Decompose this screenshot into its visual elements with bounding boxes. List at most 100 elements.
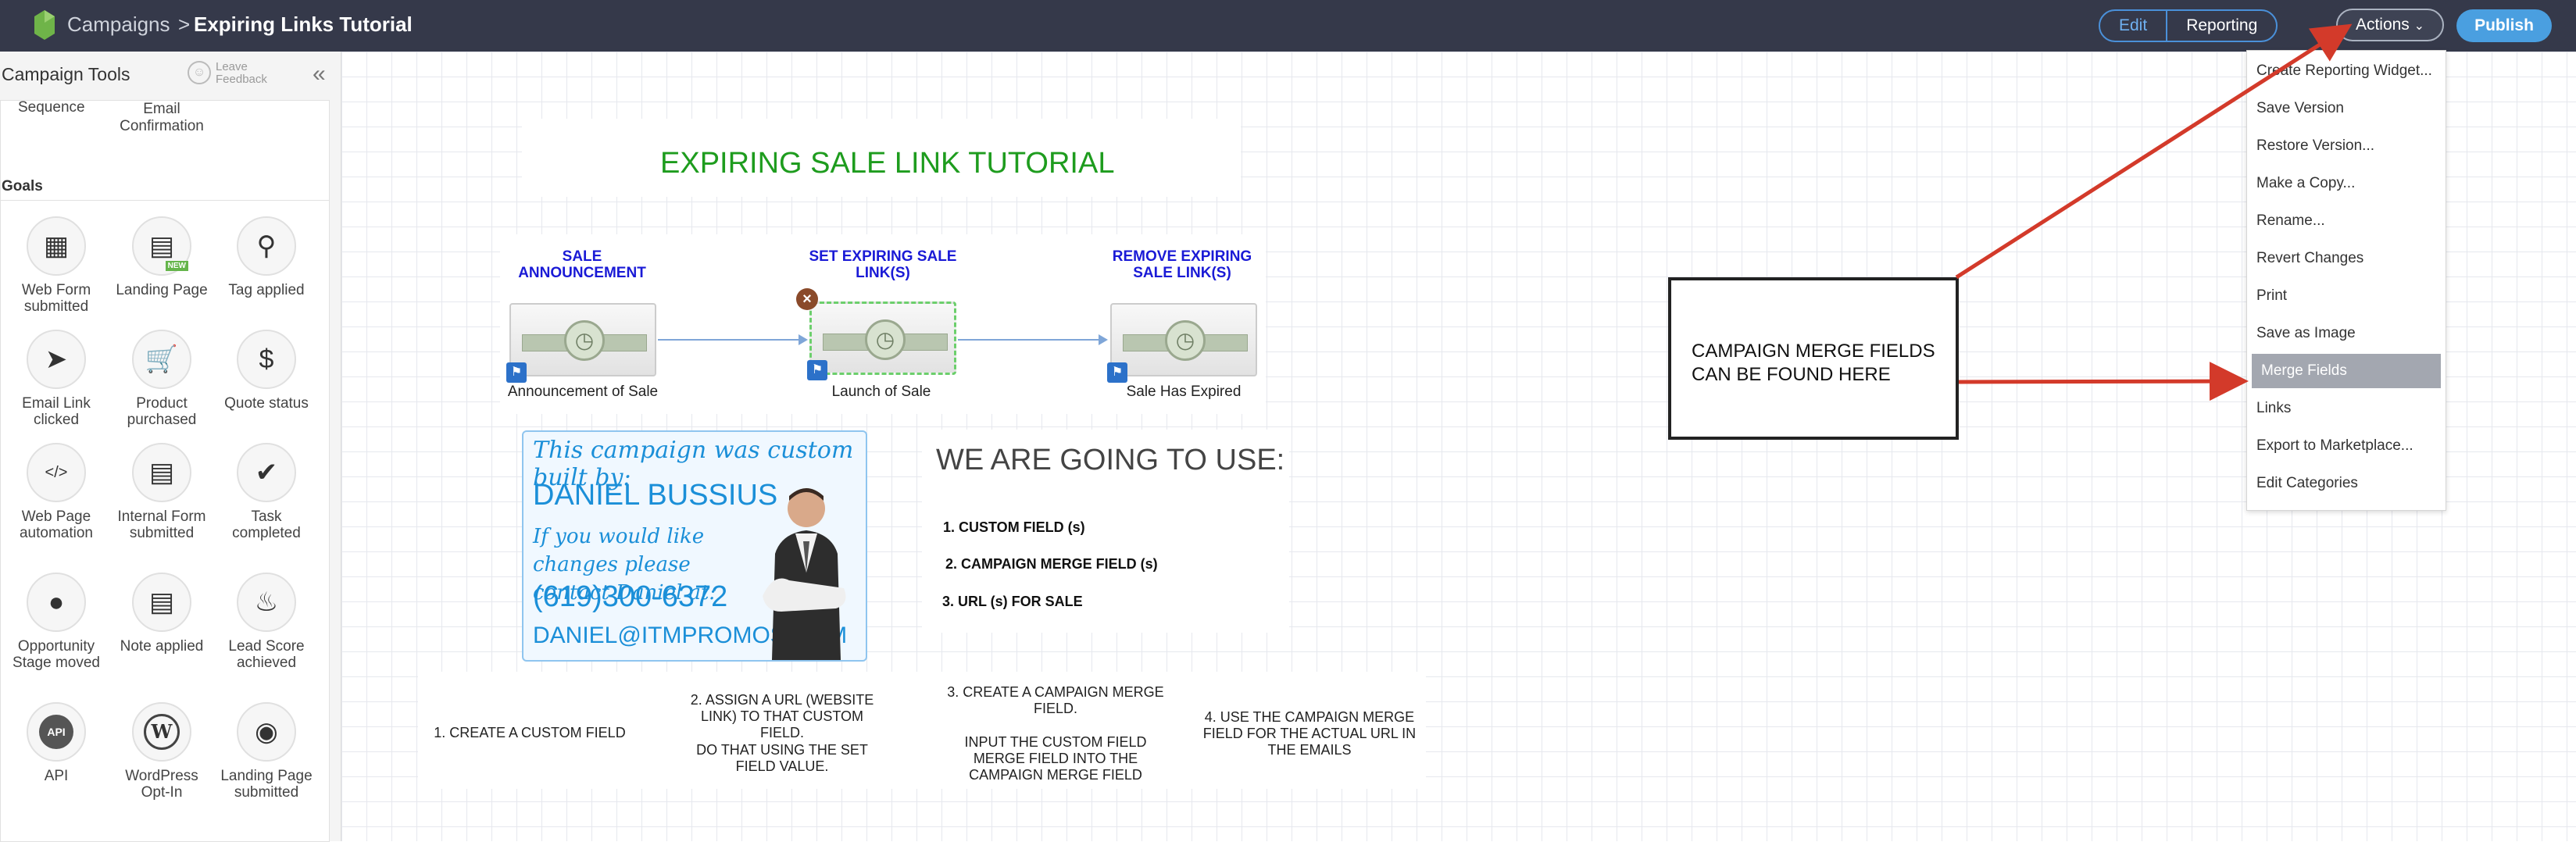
note-step-3: 3. CREATE A CAMPAIGN MERGE FIELD. — [947, 684, 1164, 716]
goal-landing-page[interactable]: ▤ NEW Landing Page — [111, 216, 213, 298]
menu-item-make-copy[interactable]: Make a Copy... — [2247, 166, 2446, 201]
note-step-2b: DO THAT USING THE SET FIELD VALUE. — [696, 742, 868, 774]
use-item-1: 1. CUSTOM FIELD (s) — [943, 519, 1085, 535]
cart-icon: 🛒 — [132, 330, 191, 389]
note-icon: ▤ — [132, 573, 191, 632]
goal-web-page-automation[interactable]: </> Web Page automation — [5, 443, 107, 541]
goal-landing-page-submitted[interactable]: ◉ Landing Page submitted — [216, 702, 317, 801]
menu-item-restore-version[interactable]: Restore Version... — [2247, 129, 2446, 163]
delete-icon[interactable]: × — [796, 288, 818, 310]
tool-email-confirmation[interactable]: Email Confirmation — [115, 101, 209, 135]
goal-label: Note applied — [120, 638, 204, 655]
use-item-3: 3. URL (s) FOR SALE — [942, 594, 1083, 609]
goals-heading: Goals — [2, 178, 43, 194]
step-name-announcement: SALE ANNOUNCEMENT — [518, 248, 646, 281]
form-icon: ▤ — [132, 443, 191, 502]
landing-page-icon: ▤ NEW — [132, 216, 191, 276]
breadcrumb-separator: > — [178, 12, 191, 36]
goal-opportunity-stage[interactable]: ● Opportunity Stage moved — [5, 573, 107, 671]
collapse-sidebar-icon[interactable]: « — [313, 61, 326, 87]
goal-tag-applied[interactable]: ⚲ Tag applied — [216, 216, 317, 298]
new-badge: NEW — [165, 261, 188, 271]
dollar-icon: $ — [237, 330, 296, 389]
menu-item-links[interactable]: Links — [2247, 391, 2446, 426]
step-label-expired: Sale Has Expired — [1126, 384, 1242, 400]
goals-section: ▦ Web Form submitted ▤ NEW Landing Page ⚲… — [0, 200, 330, 842]
feedback-label: Leave Feedback — [216, 60, 267, 86]
note-step-4: 4. USE THE CAMPAIGN MERGE FIELD FOR THE … — [1202, 709, 1417, 758]
menu-item-edit-categories[interactable]: Edit Categories — [2247, 466, 2446, 501]
goal-label: Task completed — [232, 508, 301, 541]
actions-label: Actions — [2355, 16, 2410, 34]
sequence-node-announcement[interactable]: ◷ ⚑ — [506, 303, 656, 383]
clock-icon: ◷ — [564, 320, 605, 361]
goal-task-completed[interactable]: ✔ Task completed — [216, 443, 317, 541]
menu-item-save-version[interactable]: Save Version — [2247, 91, 2446, 126]
chevron-down-icon: ⌄ — [2413, 20, 2425, 33]
check-icon: ✔ — [237, 443, 296, 502]
goal-label: API — [44, 768, 69, 784]
goal-product-purchased[interactable]: 🛒 Product purchased — [111, 330, 213, 428]
goal-label: Web Page automation — [19, 508, 93, 541]
canvas-heading: EXPIRING SALE LINK TUTORIAL — [660, 147, 1115, 180]
leave-feedback-link[interactable]: ☺ Leave Feedback — [188, 61, 278, 86]
use-heading: WE ARE GOING TO USE: — [936, 444, 1285, 476]
author-photo — [763, 488, 846, 660]
goal-note-applied[interactable]: ▤ Note applied — [111, 573, 213, 655]
goal-api[interactable]: API API — [5, 702, 107, 784]
menu-item-merge-fields[interactable]: Merge Fields — [2252, 354, 2441, 388]
card-phone: (619)300-6372 — [533, 580, 728, 613]
logo-icon[interactable] — [34, 10, 55, 40]
sequence-node-launch[interactable]: ◷ ⚑ × — [796, 288, 956, 380]
menu-item-print[interactable]: Print — [2247, 279, 2446, 313]
goal-web-form[interactable]: ▦ Web Form submitted — [5, 216, 107, 315]
goal-label: Product purchased — [127, 395, 197, 428]
connector-arrow — [658, 334, 808, 345]
step-name-set-expiring: SET EXPIRING SALE LINK(S) — [809, 248, 957, 281]
publish-button[interactable]: Publish — [2456, 9, 2552, 42]
use-item-2: 2. CAMPAIGN MERGE FIELD (s) — [945, 556, 1158, 572]
actions-menu: Create Reporting Widget... Save Version … — [2246, 50, 2446, 511]
step-label-launch: Launch of Sale — [831, 384, 931, 400]
breadcrumb-campaigns[interactable]: Campaigns — [67, 12, 170, 37]
landing-submit-icon: ◉ — [237, 702, 296, 762]
goal-wordpress-optin[interactable]: W WordPress Opt-In — [111, 702, 213, 801]
clock-icon: ◷ — [865, 319, 906, 360]
menu-item-revert-changes[interactable]: Revert Changes — [2247, 241, 2446, 276]
note-step-1: 1. CREATE A CUSTOM FIELD — [434, 725, 626, 740]
sidebar-title: Campaign Tools — [2, 64, 130, 84]
goal-lead-score[interactable]: ♨ Lead Score achieved — [216, 573, 317, 671]
flag-icon[interactable]: ⚑ — [807, 360, 827, 380]
flag-icon[interactable]: ⚑ — [1107, 362, 1127, 383]
step-name-remove-expiring: REMOVE EXPIRING SALE LINK(S) — [1112, 248, 1252, 281]
view-toggle: Edit Reporting — [2099, 9, 2278, 42]
api-icon: API — [27, 702, 86, 762]
callout-box: CAMPAIGN MERGE FIELDS CAN BE FOUND HERE — [1668, 277, 1959, 440]
wordpress-icon: W — [132, 702, 191, 762]
flag-icon[interactable]: ⚑ — [506, 362, 527, 383]
tab-edit[interactable]: Edit — [2100, 11, 2168, 41]
code-icon: </> — [27, 443, 86, 502]
goal-internal-form[interactable]: ▤ Internal Form submitted — [111, 443, 213, 541]
tag-icon: ⚲ — [237, 216, 296, 276]
sequence-node-expired[interactable]: ◷ ⚑ — [1107, 303, 1257, 383]
goal-label: WordPress Opt-In — [125, 768, 198, 801]
fire-icon: ♨ — [237, 573, 296, 632]
page-title[interactable]: Expiring Links Tutorial — [194, 12, 413, 37]
menu-item-export-marketplace[interactable]: Export to Marketplace... — [2247, 429, 2446, 463]
note-step-3b: INPUT THE CUSTOM FIELD MERGE FIELD INTO … — [964, 734, 1147, 783]
actions-button[interactable]: Actions ⌄ — [2336, 9, 2444, 41]
menu-item-create-reporting-widget[interactable]: Create Reporting Widget... — [2247, 54, 2446, 88]
web-form-icon: ▦ — [27, 216, 86, 276]
goal-label: Landing Page — [116, 282, 208, 298]
goal-quote-status[interactable]: $ Quote status — [216, 330, 317, 412]
tab-reporting[interactable]: Reporting — [2167, 11, 2276, 41]
goal-label: Quote status — [224, 395, 309, 412]
menu-item-save-as-image[interactable]: Save as Image — [2247, 316, 2446, 351]
step-label-announcement: Announcement of Sale — [507, 384, 659, 400]
tool-sequence[interactable]: Sequence — [18, 101, 85, 116]
menu-item-rename[interactable]: Rename... — [2247, 204, 2446, 238]
goal-email-link-clicked[interactable]: ➤ Email Link clicked — [5, 330, 107, 428]
goal-label: Internal Form submitted — [117, 508, 206, 541]
goal-label: Opportunity Stage moved — [13, 638, 100, 671]
